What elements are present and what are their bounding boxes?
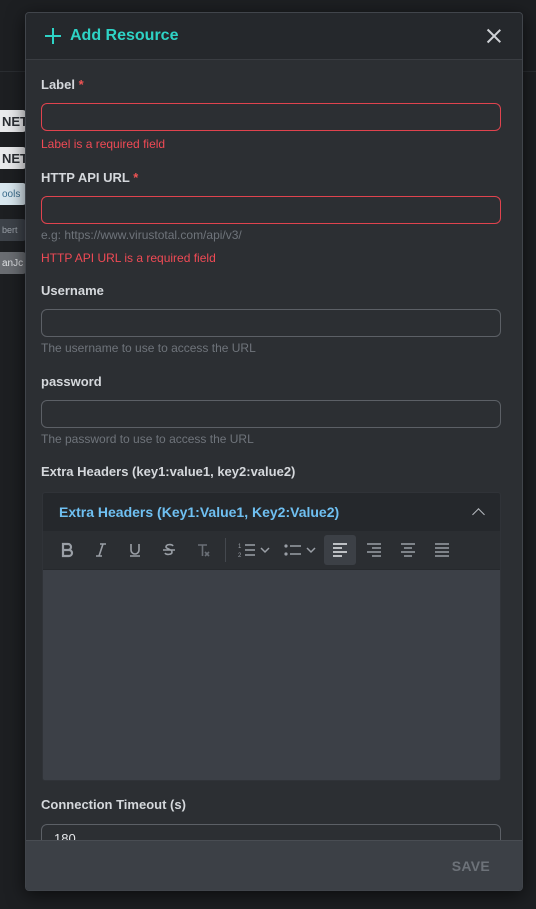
password-input[interactable] xyxy=(41,400,501,428)
chevron-down-icon xyxy=(260,547,270,554)
password-field-group: password The password to use to access t… xyxy=(41,374,501,446)
chevron-up-icon[interactable] xyxy=(471,505,485,519)
background-chip: ools xyxy=(0,183,26,205)
http-api-url-field-label: HTTP API URL * xyxy=(41,170,501,186)
username-hint: The username to use to access the URL xyxy=(41,341,256,355)
close-icon[interactable] xyxy=(482,24,506,48)
toolbar-separator xyxy=(225,538,226,562)
label-field-label: Label * xyxy=(41,77,501,93)
background-chip: NET xyxy=(0,147,26,169)
password-hint: The password to use to access the URL xyxy=(41,432,254,446)
modal-title-wrap: Add Resource xyxy=(44,27,482,45)
bold-icon[interactable] xyxy=(51,535,83,565)
editor-title: Extra Headers (Key1:Value1, Key2:Value2) xyxy=(59,504,340,520)
label-error-text: Label is a required field xyxy=(41,137,166,151)
underline-icon[interactable] xyxy=(119,535,151,565)
align-right-icon[interactable] xyxy=(358,535,390,565)
plus-icon xyxy=(44,27,62,45)
username-field-group: Username The username to use to access t… xyxy=(41,283,501,355)
http-api-url-error-text: HTTP API URL is a required field xyxy=(41,251,216,265)
label-input[interactable] xyxy=(41,103,501,131)
background-chip: NET xyxy=(0,110,26,132)
svg-text:2: 2 xyxy=(238,553,242,558)
editor-toolbar: 12 xyxy=(43,531,500,570)
modal-footer: SAVE xyxy=(26,840,522,890)
align-justify-icon[interactable] xyxy=(426,535,458,565)
required-mark: * xyxy=(78,77,84,92)
http-api-url-field-group: HTTP API URL * e.g: https://www.virustot… xyxy=(41,170,501,265)
http-api-url-label-text: HTTP API URL xyxy=(41,170,130,185)
extra-headers-field-group: Extra Headers (key1:value1, key2:value2) xyxy=(41,464,501,480)
http-api-url-hint: e.g: https://www.virustotal.com/api/v3/ xyxy=(41,228,242,242)
ordered-list-dropdown[interactable]: 12 xyxy=(232,542,276,558)
modal-title: Add Resource xyxy=(70,27,179,44)
http-api-url-input[interactable] xyxy=(41,196,501,224)
ordered-list-icon: 12 xyxy=(238,544,255,558)
connection-timeout-field-group: Connection Timeout (s) xyxy=(41,797,501,813)
label-field-label-text: Label xyxy=(41,77,75,92)
connection-timeout-label: Connection Timeout (s) xyxy=(41,797,186,812)
italic-icon[interactable] xyxy=(85,535,117,565)
save-button[interactable]: SAVE xyxy=(452,858,490,874)
bullet-list-icon xyxy=(284,544,301,556)
label-field-group: Label * Label is a required field xyxy=(41,77,501,151)
add-resource-modal: Add Resource Label * Label is a required… xyxy=(25,12,523,891)
modal-header: Add Resource xyxy=(26,13,522,60)
background-chip: anJc xyxy=(0,252,26,274)
editor-header[interactable]: Extra Headers (Key1:Value1, Key2:Value2) xyxy=(43,493,500,531)
clear-format-icon[interactable] xyxy=(187,535,219,565)
username-input[interactable] xyxy=(41,309,501,337)
required-mark: * xyxy=(133,170,139,185)
bullet-list-dropdown[interactable] xyxy=(278,542,322,558)
align-left-icon[interactable] xyxy=(324,535,356,565)
extra-headers-editor: Extra Headers (Key1:Value1, Key2:Value2) xyxy=(42,492,501,781)
chevron-down-icon xyxy=(306,547,316,554)
strikethrough-icon[interactable] xyxy=(153,535,185,565)
background-chip: bert xyxy=(0,219,26,241)
modal-body[interactable]: Label * Label is a required field HTTP A… xyxy=(26,61,522,842)
background-footer xyxy=(0,891,536,909)
editor-content-area[interactable] xyxy=(43,570,500,780)
username-field-label: Username xyxy=(41,283,104,298)
svg-text:1: 1 xyxy=(238,544,242,550)
password-field-label: password xyxy=(41,374,102,389)
extra-headers-field-label: Extra Headers (key1:value1, key2:value2) xyxy=(41,464,296,479)
align-center-icon[interactable] xyxy=(392,535,424,565)
